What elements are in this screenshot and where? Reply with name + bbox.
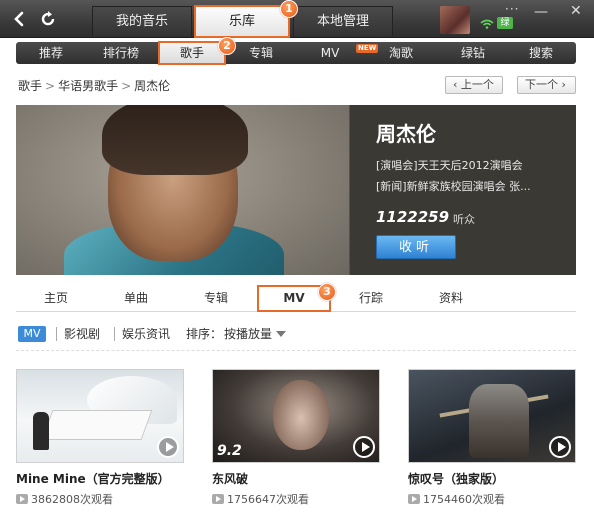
breadcrumb-separator: > <box>121 79 132 93</box>
listener-label: 听众 <box>453 213 475 226</box>
mv-thumbnail[interactable] <box>16 369 184 463</box>
user-avatar[interactable] <box>440 6 470 34</box>
mv-thumbnail[interactable] <box>408 369 576 463</box>
mv-title[interactable]: Mine Mine（官方完整版） <box>16 470 170 487</box>
library-nav-bar: 推荐 排行榜 歌手 专辑 MV NEW 淘歌 绿钻 搜索 <box>16 41 576 65</box>
views-icon <box>408 494 420 504</box>
listen-button[interactable]: 收听 <box>376 235 456 259</box>
sort-label: 排序： <box>186 327 223 341</box>
breadcrumb-item-chinese-male[interactable]: 华语男歌手 <box>58 79 118 93</box>
mv-view-count: 1754460次观看 <box>408 491 505 507</box>
mv-title[interactable]: 东风破 <box>212 470 248 487</box>
views-icon <box>212 494 224 504</box>
artist-info-panel: 周杰伦 [演唱会]天王天后2012演唱会 [新闻]新鲜家族校园演唱会 张... … <box>349 105 576 275</box>
close-icon[interactable]: ✕ <box>570 3 582 19</box>
sort-value: 按播放量 <box>224 327 273 341</box>
chevron-right-icon: › <box>558 78 566 91</box>
wifi-icon <box>480 18 494 29</box>
next-artist-button[interactable]: 下一个 › <box>517 76 576 94</box>
minimize-icon[interactable]: — <box>534 4 548 20</box>
previous-artist-button[interactable]: ‹ 上一个 <box>445 76 503 94</box>
nav-item-green-diamond[interactable]: 绿钻 <box>448 42 498 64</box>
play-icon[interactable] <box>549 436 571 458</box>
tab-my-music[interactable]: 我的音乐 <box>92 6 192 36</box>
artist-profile-tabs: 主页 单曲 专辑 MV 行踪 资料 <box>16 285 576 312</box>
listener-count: 1122259 <box>376 208 450 226</box>
mv-rating: 9.2 <box>217 443 242 459</box>
tab-home[interactable]: 主页 <box>26 286 86 310</box>
step-badge-3: 3 <box>318 283 336 301</box>
nav-item-recommend[interactable]: 推荐 <box>26 42 76 64</box>
step-badge-2: 2 <box>218 37 236 55</box>
divider <box>56 327 57 341</box>
nav-item-charts[interactable]: 排行榜 <box>96 42 146 64</box>
sort-dropdown[interactable]: 按播放量 <box>224 326 287 342</box>
mv-filter-bar: MV 影视剧 娱乐资讯 排序： 按播放量 <box>16 324 316 344</box>
tab-singles[interactable]: 单曲 <box>106 286 166 310</box>
step-badge-1: 1 <box>280 0 298 18</box>
mv-thumbnail[interactable]: 9.2 <box>212 369 380 463</box>
nav-item-search[interactable]: 搜索 <box>516 42 566 64</box>
previous-label: 上一个 <box>460 78 494 91</box>
artist-hero: 周杰伦 [演唱会]天王天后2012演唱会 [新闻]新鲜家族校园演唱会 张... … <box>16 105 576 275</box>
nav-item-artists[interactable]: 歌手 <box>158 41 226 65</box>
mv-view-count: 3862808次观看 <box>16 491 113 507</box>
tab-whereabouts[interactable]: 行踪 <box>341 286 401 310</box>
nav-item-albums[interactable]: 专辑 <box>236 42 286 64</box>
back-arrow-icon[interactable] <box>10 9 30 29</box>
refresh-icon[interactable] <box>38 9 58 29</box>
play-icon[interactable] <box>157 436 179 458</box>
artist-photo <box>16 105 349 275</box>
artist-name: 周杰伦 <box>376 122 436 146</box>
breadcrumb: 歌手 > 华语男歌手 > 周杰伦 <box>18 77 170 94</box>
section-divider <box>16 350 576 351</box>
green-diamond-vip-icon[interactable]: 绿 <box>497 17 513 29</box>
filter-chip-mv[interactable]: MV <box>18 326 46 342</box>
next-label: 下一个 <box>525 78 558 91</box>
breadcrumb-item-current: 周杰伦 <box>134 79 171 93</box>
breadcrumb-item-artists[interactable]: 歌手 <box>18 79 42 93</box>
play-icon[interactable] <box>353 436 375 458</box>
tab-music-library[interactable]: 乐库 <box>194 5 290 38</box>
filter-tv-drama[interactable]: 影视剧 <box>64 326 100 342</box>
caret-down-icon <box>276 331 287 337</box>
nav-item-discover[interactable]: 淘歌 <box>376 42 426 64</box>
nav-item-mv[interactable]: MV <box>308 42 352 64</box>
breadcrumb-separator: > <box>45 79 56 93</box>
tab-profile-info[interactable]: 资料 <box>421 286 481 310</box>
chevron-left-icon: ‹ <box>453 78 461 91</box>
tab-local-management[interactable]: 本地管理 <box>293 6 393 36</box>
views-icon <box>16 494 28 504</box>
mv-title[interactable]: 惊叹号（独家版） <box>408 470 504 487</box>
news-link[interactable]: [新闻]新鲜家族校园演唱会 张... <box>376 178 531 194</box>
more-menu-icon[interactable]: ··· <box>505 2 519 16</box>
news-link[interactable]: [演唱会]天王天后2012演唱会 <box>376 157 523 173</box>
tab-albums[interactable]: 专辑 <box>186 286 246 310</box>
mv-view-count: 1756647次观看 <box>212 491 309 507</box>
divider <box>114 327 115 341</box>
filter-entertainment-news[interactable]: 娱乐资讯 <box>122 326 170 342</box>
